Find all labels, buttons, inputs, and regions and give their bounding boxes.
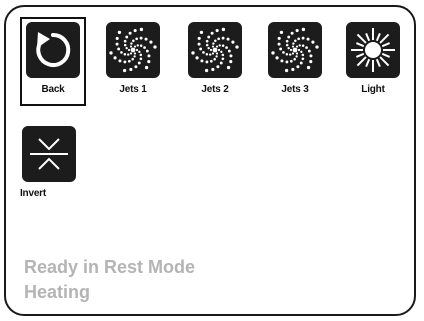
status-line-2: Heating bbox=[24, 282, 91, 302]
back-label: Back bbox=[41, 84, 65, 95]
jets-icon bbox=[188, 22, 242, 78]
jets1-label: Jets 1 bbox=[119, 84, 147, 95]
invert-icon bbox=[22, 126, 76, 182]
back-button[interactable]: Back bbox=[20, 17, 86, 106]
status-line-1: Ready in Rest Mode bbox=[24, 257, 196, 277]
invert-label: Invert bbox=[19, 188, 47, 199]
jets3-label: Jets 3 bbox=[281, 84, 309, 95]
jets-icon bbox=[268, 22, 322, 78]
light-sun-icon bbox=[346, 22, 400, 78]
control-panel: Back Jets 1 Jets 2 Jets 3 Light Invert R… bbox=[4, 5, 416, 316]
jets2-label: Jets 2 bbox=[201, 84, 229, 95]
light-label: Light bbox=[361, 84, 385, 95]
back-arrow-icon bbox=[26, 22, 80, 78]
jets-icon bbox=[106, 22, 160, 78]
